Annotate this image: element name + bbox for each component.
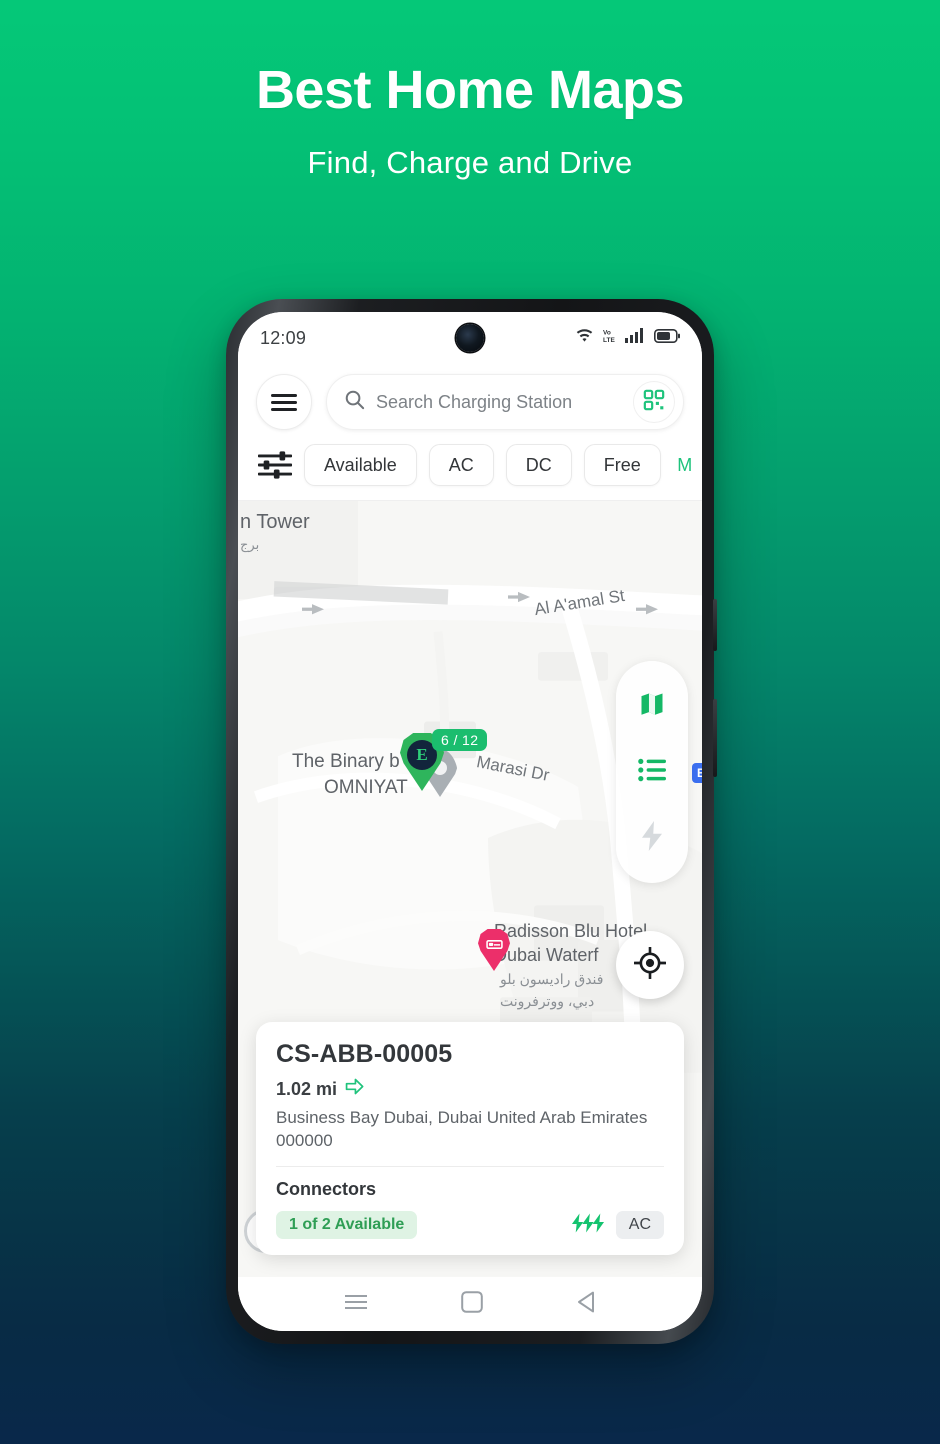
hotel-bed-pin-icon [478, 929, 510, 971]
connector-row: 1 of 2 Available AC [276, 1211, 664, 1239]
volume-button[interactable] [713, 599, 717, 651]
filter-chip-available[interactable]: Available [304, 444, 417, 486]
current-type-tag: AC [615, 1211, 664, 1239]
battery-icon [654, 328, 680, 348]
phone-screen: 12:09 Vo LTE Search Charging Station Ava… [238, 312, 702, 1331]
home-square-icon[interactable] [461, 1290, 483, 1318]
station-title: CS-ABB-00005 [276, 1040, 453, 1069]
status-icons: Vo LTE [575, 328, 680, 348]
status-bar: 12:09 Vo LTE [238, 312, 702, 364]
triple-bolt-icon [571, 1213, 605, 1238]
filter-sliders-icon[interactable] [257, 450, 293, 480]
hamburger-menu-button[interactable] [256, 374, 312, 430]
card-divider [276, 1166, 664, 1167]
list-icon [638, 758, 666, 787]
map-icon [638, 690, 666, 723]
recents-icon[interactable] [344, 1293, 368, 1316]
volte-icon: Vo LTE [603, 328, 616, 348]
front-camera-punch-hole [456, 324, 484, 352]
my-location-button[interactable] [616, 931, 684, 999]
filter-chip-ac[interactable]: AC [428, 444, 494, 486]
list-view-button[interactable] [616, 739, 688, 805]
power-button[interactable] [713, 699, 717, 777]
filter-chip-free[interactable]: Free [583, 444, 661, 486]
qr-scan-button[interactable] [633, 381, 675, 423]
connector-meta: AC [571, 1211, 664, 1239]
station-detail-card[interactable]: CS-ABB-00005 1.02 mi Business Bay Dubai,… [256, 1022, 684, 1255]
station-address: Business Bay Dubai, Dubai United Arab Em… [276, 1108, 648, 1150]
back-triangle-icon[interactable] [576, 1291, 596, 1318]
filter-row: Available AC DC Free M [238, 438, 702, 501]
station-distance-row: 1.02 mi [276, 1078, 664, 1100]
search-row: Search Charging Station [238, 364, 702, 438]
filter-chip-dc[interactable]: DC [505, 444, 572, 486]
search-bar[interactable]: Search Charging Station [326, 374, 684, 430]
map-layer-button[interactable] [616, 673, 688, 739]
filter-chip-more[interactable]: M [672, 444, 697, 486]
availability-badge: 1 of 2 Available [276, 1211, 418, 1239]
navigate-arrow-icon[interactable] [345, 1078, 364, 1100]
station-distance: 1.02 mi [276, 1078, 338, 1099]
svg-text:LTE: LTE [603, 337, 615, 343]
phone-mockup: 12:09 Vo LTE Search Charging Station Ava… [226, 299, 717, 1344]
search-input[interactable]: Search Charging Station [376, 392, 633, 413]
page-title: Best Home Maps [255, 60, 685, 120]
svg-text:Vo: Vo [603, 330, 611, 337]
hamburger-menu-icon [271, 390, 297, 415]
status-clock: 12:09 [260, 327, 307, 348]
map-controls [616, 661, 688, 883]
my-location-icon [633, 945, 667, 984]
hotel-marker[interactable] [478, 929, 510, 971]
charge-filter-button[interactable] [616, 805, 688, 871]
map-view[interactable]: n Tower برج Al A'amal St The Binary b OM… [238, 501, 702, 1277]
android-nav-bar [238, 1277, 702, 1331]
page-subtitle: Find, Charge and Drive [307, 144, 633, 180]
cellular-signal-icon [625, 328, 645, 348]
route-shield-badge: E [691, 763, 702, 783]
search-icon [343, 388, 366, 416]
connectors-label: Connectors [276, 1179, 377, 1199]
cluster-count-badge: 6 / 12 [432, 729, 488, 751]
wifi-icon [575, 328, 594, 348]
qr-scan-icon [643, 389, 665, 416]
hero-section: Best Home Maps Find, Charge and Drive [0, 0, 940, 181]
lightning-bolt-icon [639, 820, 665, 856]
